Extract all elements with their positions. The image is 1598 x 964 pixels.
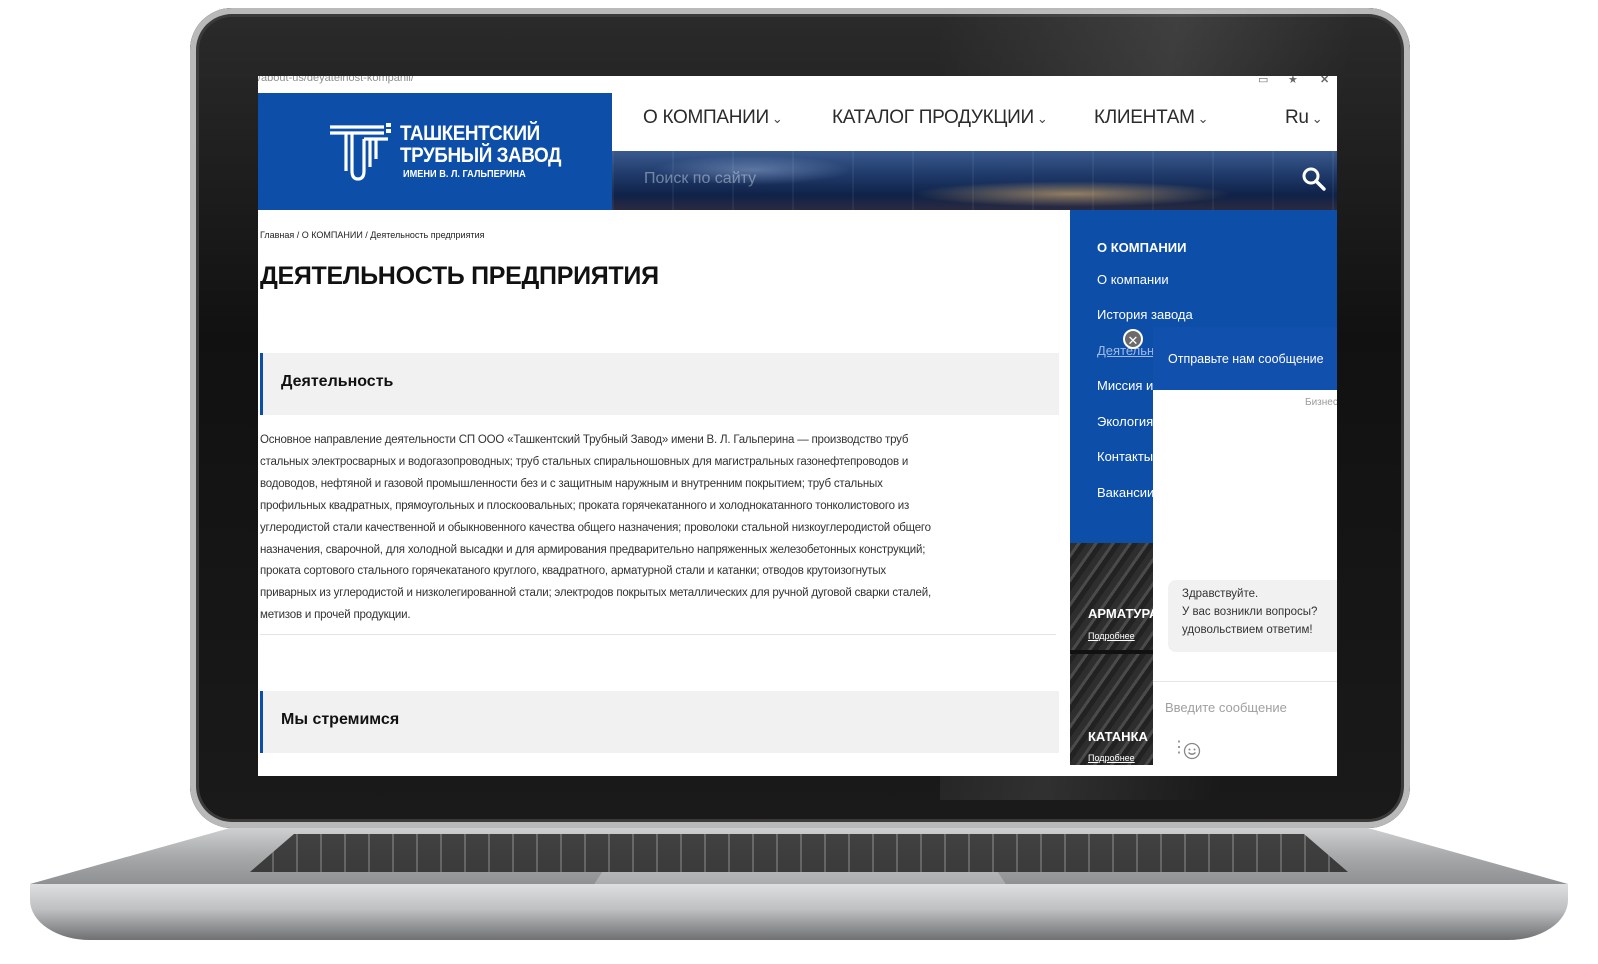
site-logo[interactable]: ТАШКЕНТСКИЙ ТРУБНЫЙ ЗАВОД ИМЕНИ В. Л. ГА…	[258, 93, 612, 210]
logo-line-1: ТАШКЕНТСКИЙ	[400, 122, 540, 145]
promo-link-rebar[interactable]: Подробнее	[1088, 631, 1135, 641]
chevron-down-icon: ⌄	[1311, 111, 1323, 126]
address-bar[interactable]: /about-us/deyatelnost-kompanii/ ▭ ★ ✕	[258, 76, 1337, 93]
logo-mark-icon	[330, 123, 391, 181]
chevron-down-icon: ⌄	[771, 111, 783, 126]
nav-item-catalog[interactable]: КАТАЛОГ ПРОДУКЦИИ ⌄	[832, 107, 1048, 129]
sidebar-item-vacancies[interactable]: Вакансии	[1097, 485, 1154, 500]
laptop-base-front	[30, 884, 1568, 940]
section-heading-text: Мы стремимся	[281, 711, 400, 728]
header-banner	[612, 151, 1337, 210]
language-selector[interactable]: Ru ⌄	[1285, 107, 1323, 129]
chevron-down-icon: ⌄	[1197, 111, 1209, 126]
nav-item-label: КАТАЛОГ ПРОДУКЦИИ	[832, 107, 1034, 128]
chat-separator	[1153, 681, 1337, 682]
browser-screen: /about-us/deyatelnost-kompanii/ ▭ ★ ✕ ТА…	[258, 76, 1337, 776]
url-text[interactable]: /about-us/deyatelnost-kompanii/	[258, 76, 414, 85]
promo-tiles: АРМАТУРА Подробнее КАТАНКА Подробнее	[1070, 543, 1165, 765]
chat-message-input[interactable]	[1163, 694, 1337, 720]
logo-text: ТАШКЕНТСКИЙ ТРУБНЫЙ ЗАВОД ИМЕНИ В. Л. ГА…	[400, 122, 579, 181]
logo-line-2: ТРУБНЫЙ ЗАВОД	[400, 144, 561, 167]
sidebar-item-ecology[interactable]: Экология	[1097, 414, 1153, 429]
section-divider	[260, 634, 1056, 635]
chat-message-line: Здравствуйте.	[1182, 588, 1259, 600]
extensions-icon[interactable]: ✕	[1320, 76, 1329, 87]
chat-header-title: Отправьте нам сообщение	[1168, 352, 1324, 366]
bookmark-icon[interactable]: ★	[1288, 76, 1298, 87]
nav-item-label: КЛИЕНТАМ	[1094, 107, 1195, 128]
text-line: Основное направление деятельности СП ООО…	[260, 434, 909, 446]
sidebar-item-contacts[interactable]: Контакты	[1097, 449, 1153, 464]
promo-title-wire-rod: КАТАНКА	[1088, 729, 1148, 744]
install-icon[interactable]: ▭	[1258, 76, 1268, 87]
chat-body: Бизнес Здравствуйте. У вас возникли вопр…	[1153, 390, 1337, 776]
nav-item-company[interactable]: О КОМПАНИИ ⌄	[643, 107, 783, 129]
promo-link-wire-rod[interactable]: Подробнее	[1088, 753, 1135, 763]
chat-message-line: удовольствием ответим!	[1182, 624, 1313, 636]
section-heading-activity: Деятельность	[260, 353, 1059, 415]
text-line: назначения, сварочной, для холодной выса…	[260, 543, 926, 556]
section-text-activity: Основное направление деятельности СП ООО…	[260, 430, 1056, 627]
text-line: водоводов, нефтяной и газовой промышленн…	[260, 477, 883, 490]
nav-item-clients[interactable]: КЛИЕНТАМ ⌄	[1094, 107, 1209, 129]
promo-divider	[1070, 650, 1165, 654]
section-heading-goals: Мы стремимся	[260, 691, 1059, 753]
search-icon[interactable]	[1300, 165, 1328, 193]
text-line: приварных из углеродистой и низколегиров…	[260, 587, 931, 600]
sidebar-item-history[interactable]: История завода	[1097, 307, 1193, 322]
text-line: метизов и прочей продукции.	[260, 609, 411, 622]
sidebar-title: О КОМПАНИИ	[1097, 240, 1187, 255]
nav-item-label: О КОМПАНИИ	[643, 107, 769, 128]
chat-message-line: У вас возникли вопросы?	[1182, 606, 1318, 618]
text-line: проката сортового стального горячекатано…	[260, 565, 886, 578]
chat-message-bubble: Здравствуйте. У вас возникли вопросы? уд…	[1168, 580, 1337, 652]
logo-line-3: ИМЕНИ В. Л. ГАЛЬПЕРИНА	[403, 169, 526, 180]
breadcrumb[interactable]: Главная / О КОМПАНИИ / Деятельность пред…	[260, 230, 484, 240]
emoji-icon[interactable]	[1183, 742, 1201, 760]
text-line: стальных электросварных и водогазопровод…	[260, 455, 909, 468]
text-line: углеродистой стали качественной и обыкно…	[260, 521, 931, 534]
text-line: профильных квадратных, прямоугольных и п…	[260, 499, 910, 512]
chat-company-name: Бизнес	[1305, 397, 1337, 408]
language-label: Ru	[1285, 107, 1309, 128]
laptop-keyboard	[250, 834, 1348, 872]
sidebar-item-about[interactable]: О компании	[1097, 272, 1169, 287]
chevron-down-icon: ⌄	[1036, 111, 1048, 126]
promo-title-rebar: АРМАТУРА	[1088, 606, 1159, 621]
chat-header[interactable]: Отправьте нам сообщение	[1153, 327, 1337, 390]
close-icon[interactable]: ✕	[1123, 329, 1143, 349]
search-input[interactable]	[642, 167, 1266, 191]
main-nav: О КОМПАНИИ ⌄ КАТАЛОГ ПРОДУКЦИИ ⌄ КЛИЕНТАМ ⌄…	[612, 93, 1337, 151]
page-title: ДЕЯТЕЛЬНОСТЬ ПРЕДПРИЯТИЯ	[260, 262, 659, 290]
section-heading-text: Деятельность	[281, 373, 394, 390]
